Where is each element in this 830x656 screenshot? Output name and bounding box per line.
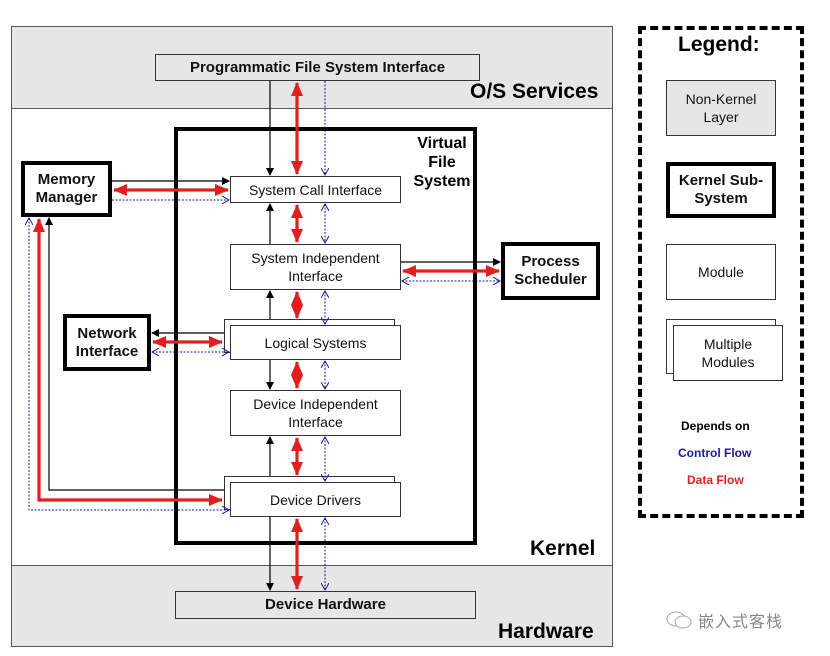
legend-multiple-modules: Multiple Modules: [673, 325, 783, 381]
legend-non-kernel-layer: Non-Kernel Layer: [666, 80, 776, 136]
legend-non-kernel-line1: Non-Kernel: [685, 91, 757, 107]
legend-kernel-sub-line2: System: [694, 190, 748, 207]
legend-kernel-subsystem: Kernel Sub- System: [666, 162, 776, 218]
legend-control-flow-label: Control Flow: [677, 446, 753, 460]
watermark-text: 嵌入式客栈: [698, 614, 784, 631]
wechat-icon: [666, 611, 692, 629]
data-flow-arrows: [33, 82, 500, 590]
legend-title: Legend:: [678, 33, 760, 56]
control-flow-arrows: [29, 81, 500, 590]
legend-non-kernel-line2: Layer: [703, 109, 739, 125]
legend-multiple-line2: Modules: [701, 354, 755, 370]
depends-dd-to-mm: [45, 217, 224, 491]
data-dd-mm: [33, 218, 223, 506]
legend-module: Module: [666, 244, 776, 300]
legend-multiple-line1: Multiple: [703, 336, 753, 352]
legend-data-flow-label: Data Flow: [686, 473, 745, 487]
control-dd-mm: [29, 218, 229, 510]
watermark: 嵌入式客栈: [666, 608, 783, 632]
legend-kernel-sub-line1: Kernel Sub-: [678, 172, 764, 189]
legend-depends-on-label: Depends on: [680, 419, 751, 433]
depends-on-arrows: [45, 81, 501, 591]
legend-module-label: Module: [698, 264, 744, 280]
